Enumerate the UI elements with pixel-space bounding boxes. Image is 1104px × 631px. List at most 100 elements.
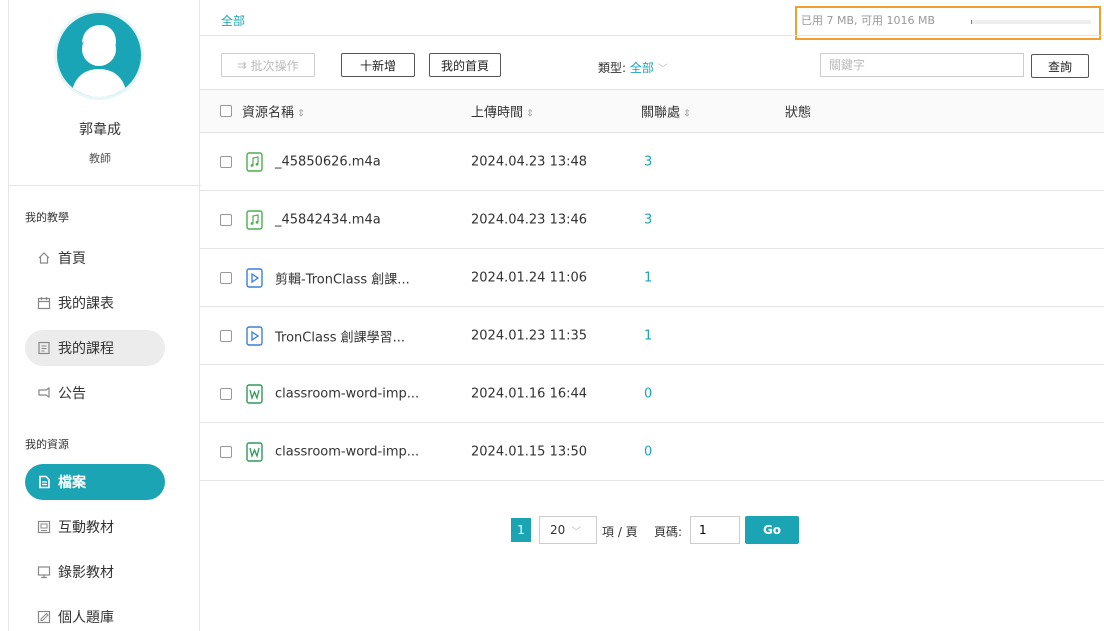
table-header: 資源名稱 ⇕ 上傳時間 ⇕ 關聯處 ⇕ 狀態 [200, 89, 1104, 133]
sidebar-item-label: 互動教材 [58, 520, 114, 536]
go-button[interactable]: Go [745, 516, 799, 544]
reference-count[interactable]: 0 [644, 444, 652, 459]
audio-file-icon [246, 209, 263, 230]
upload-time: 2024.04.23 13:46 [471, 212, 588, 227]
upload-time: 2024.01.24 11:06 [471, 270, 588, 285]
sidebar-item-label: 我的課表 [58, 296, 114, 312]
table-row[interactable]: 剪輯-TronClass 創課... 2024.01.24 11:06 1 [200, 249, 1104, 307]
section-my-resources: 我的資源 [25, 438, 69, 451]
file-name[interactable]: TronClass 創課學習... [275, 326, 405, 345]
row-checkbox[interactable] [220, 445, 232, 458]
sort-icon: ⇕ [683, 108, 692, 120]
goto-page-label: 頁碼: [654, 525, 683, 539]
word-file-icon [246, 383, 263, 404]
batch-icon: ⇉ [237, 58, 247, 72]
sidebar-item-interactive-materials[interactable]: 互動教材 [25, 509, 165, 545]
file-name[interactable]: _45850626.m4a [275, 154, 381, 169]
sort-icon: ⇕ [297, 108, 306, 120]
my-home-button[interactable]: 我的首頁 [429, 53, 501, 77]
announcement-icon [35, 384, 53, 402]
sidebar-item-my-courses[interactable]: 我的課程 [25, 330, 165, 366]
word-file-icon [246, 441, 263, 462]
sidebar-item-question-bank[interactable]: 個人題庫 [25, 599, 165, 631]
search-input[interactable] [820, 53, 1024, 77]
row-checkbox[interactable] [220, 329, 232, 342]
sidebar-item-announcements[interactable]: 公告 [25, 375, 165, 411]
row-checkbox[interactable] [220, 213, 232, 226]
sidebar-item-label: 公告 [58, 386, 86, 402]
sidebar-item-video-materials[interactable]: 錄影教材 [25, 554, 165, 590]
home-icon [35, 249, 53, 267]
sidebar-divider [9, 185, 201, 186]
page-number-current[interactable]: 1 [511, 518, 531, 542]
sidebar-item-label: 檔案 [58, 475, 86, 491]
reference-count[interactable]: 0 [644, 386, 652, 401]
user-role: 教師 [89, 152, 111, 165]
chevron-down-icon: ﹀ [571, 526, 582, 538]
breadcrumb[interactable]: 全部 [221, 12, 245, 29]
file-name[interactable]: 剪輯-TronClass 創課... [275, 268, 410, 287]
file-name[interactable]: classroom-word-imp... [275, 444, 419, 459]
file-icon [35, 473, 53, 491]
upload-time: 2024.01.16 16:44 [471, 386, 588, 401]
file-name[interactable]: classroom-word-imp... [275, 386, 419, 401]
pagination: 1 20 ﹀ 項 / 頁 頁碼: Go [200, 516, 1104, 544]
row-checkbox[interactable] [220, 387, 232, 400]
row-checkbox[interactable] [220, 155, 232, 168]
type-filter[interactable]: 類型: 全部 ﹀ [598, 59, 668, 76]
section-my-teaching: 我的教學 [25, 211, 69, 224]
upload-time: 2024.01.23 11:35 [471, 328, 588, 343]
sort-icon: ⇕ [526, 108, 535, 120]
table-row[interactable]: classroom-word-imp... 2024.01.16 16:44 0 [200, 365, 1104, 423]
add-button[interactable]: 十新增 [341, 53, 415, 77]
question-bank-icon [35, 608, 53, 626]
header-uploaded[interactable]: 上傳時間 ⇕ [471, 102, 534, 121]
file-table: 資源名稱 ⇕ 上傳時間 ⇕ 關聯處 ⇕ 狀態 _45850626.m4a 2024.0… [200, 89, 1104, 481]
search-button[interactable]: 查詢 [1031, 54, 1089, 78]
storage-bar-fill [971, 20, 973, 24]
type-filter-value: 全部 [629, 61, 654, 75]
row-checkbox[interactable] [220, 271, 232, 284]
upload-time: 2024.04.23 13:48 [471, 154, 588, 169]
user-silhouette-icon [71, 25, 127, 97]
storage-text: 已用 7 MB, 可用 1016 MB [801, 14, 936, 27]
sidebar-item-label: 我的課程 [58, 341, 114, 357]
video-material-icon [35, 563, 53, 581]
per-page-label: 項 / 頁 [602, 525, 638, 539]
table-row[interactable]: _45850626.m4a 2024.04.23 13:48 3 [200, 133, 1104, 191]
video-file-icon [246, 267, 263, 288]
header-refs[interactable]: 關聯處 ⇕ [641, 102, 691, 121]
upload-time: 2024.01.15 13:50 [471, 444, 588, 459]
header-name[interactable]: 資源名稱 ⇕ [242, 102, 305, 121]
page-size-select[interactable]: 20 ﹀ [539, 516, 597, 544]
table-row[interactable]: TronClass 創課學習... 2024.01.23 11:35 1 [200, 307, 1104, 365]
table-row[interactable]: classroom-word-imp... 2024.01.15 13:50 0 [200, 423, 1104, 481]
reference-count[interactable]: 3 [644, 212, 652, 227]
sidebar-item-files[interactable]: 檔案 [25, 464, 165, 500]
user-name: 郭韋成 [79, 122, 121, 138]
video-file-icon [246, 325, 263, 346]
sidebar-item-label: 錄影教材 [58, 565, 114, 581]
table-row[interactable]: _45842434.m4a 2024.04.23 13:46 3 [200, 191, 1104, 249]
avatar[interactable] [54, 10, 144, 100]
file-name[interactable]: _45842434.m4a [275, 212, 381, 227]
header-divider [200, 35, 1104, 36]
reference-count[interactable]: 1 [644, 270, 652, 285]
reference-count[interactable]: 3 [644, 154, 652, 169]
audio-file-icon [246, 151, 263, 172]
sidebar-item-home[interactable]: 首頁 [25, 240, 165, 276]
sidebar: 郭韋成 教師 我的教學 首頁 我的課表 我的課程 公告 我的資源 檔案 互動教材… [8, 0, 201, 631]
reference-count[interactable]: 1 [644, 328, 652, 343]
calendar-icon [35, 294, 53, 312]
goto-page-input[interactable] [690, 516, 740, 544]
storage-bar [971, 20, 1091, 24]
course-icon [35, 339, 53, 357]
type-filter-label: 類型: [598, 61, 630, 75]
batch-operation-button[interactable]: ⇉ 批次操作 [221, 53, 315, 77]
header-status: 狀態 [785, 105, 812, 121]
main-content: 全部 已用 7 MB, 可用 1016 MB ⇉ 批次操作 十新增 我的首頁 類… [200, 0, 1104, 631]
chevron-down-icon: ﹀ [657, 64, 668, 75]
sidebar-item-label: 首頁 [58, 251, 86, 267]
sidebar-item-schedule[interactable]: 我的課表 [25, 285, 165, 321]
select-all-checkbox[interactable] [220, 105, 232, 117]
